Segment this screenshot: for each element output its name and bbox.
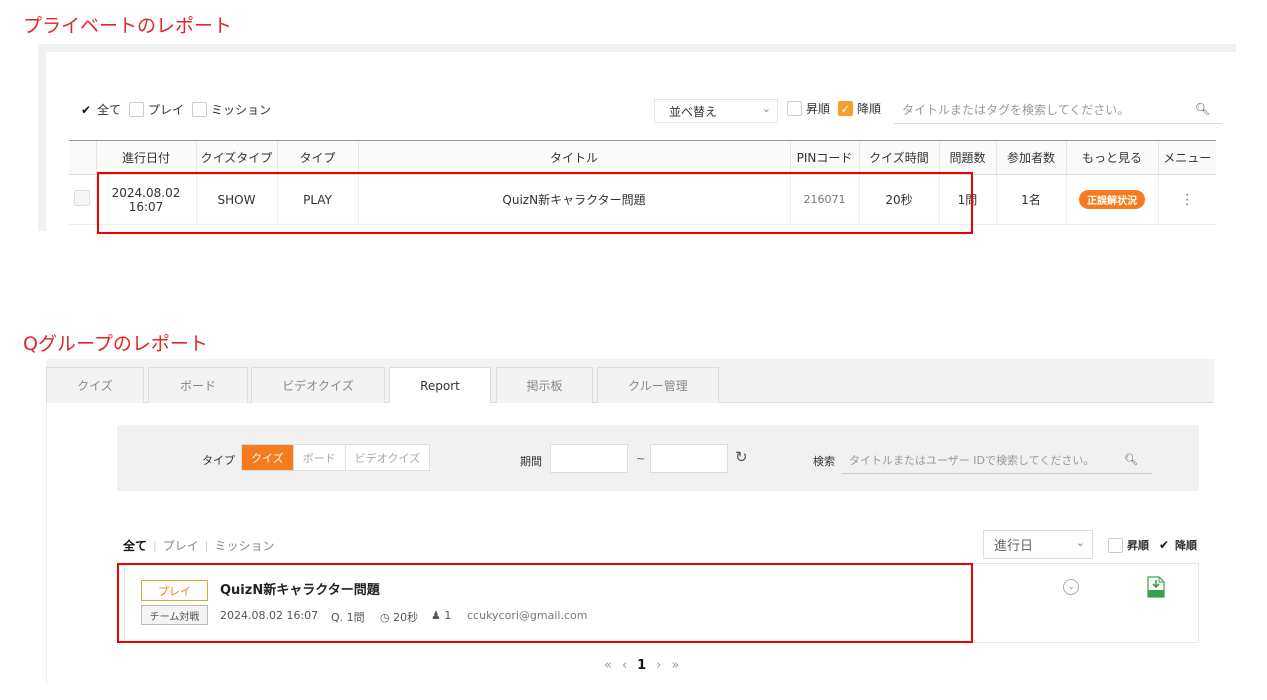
chevron-down-icon: ⌄ [1075, 536, 1085, 549]
desc-label: 降順 [857, 102, 882, 116]
asc-checkbox-icon[interactable] [787, 101, 802, 116]
asc-checkbox-icon[interactable] [1108, 537, 1123, 553]
header-quiz-type[interactable]: クイズタイプ [195, 140, 277, 175]
search-placeholder: タイトルまたはタグを検索してください。 [902, 103, 1130, 117]
tab-separator: | [204, 539, 209, 552]
search-icon[interactable]: 🔍︎ [1124, 453, 1138, 466]
tab-quiz[interactable]: クイズ [46, 367, 144, 403]
header-questions[interactable]: 問題数 [938, 140, 996, 175]
header-quiz-time[interactable]: クイズ時間 [858, 140, 939, 175]
group-tab-bar: クイズ ボード ビデオクイズ Report 掲示板 クルー管理 [46, 359, 1214, 404]
answer-status-button[interactable]: 正誤解状況 [1079, 190, 1145, 209]
checkbox-icon[interactable] [192, 102, 208, 117]
sort-dropdown-label: 進行日 [994, 539, 1034, 554]
list-tab-mission[interactable]: ミッション [214, 537, 274, 554]
chevron-down-icon: ⌄ [761, 102, 771, 115]
header-menu[interactable]: メニュー [1157, 140, 1216, 175]
row-checkbox[interactable] [74, 190, 91, 206]
row-menu-cell: ⋮ [1157, 174, 1216, 225]
header-title[interactable]: タイトル [357, 140, 790, 175]
header-type[interactable]: タイプ [276, 140, 358, 175]
sort-dropdown-label: 並べ替え [669, 104, 718, 119]
type-segment: クイズ ボード ビデオクイズ [241, 444, 431, 471]
table-header-row: 進行日付 クイズタイプ タイプ タイトル PINコード クイズ時間 問題数 参加… [69, 140, 1216, 175]
header-more[interactable]: もっと見る [1065, 140, 1158, 175]
group-report-heading: Qグループのレポート [23, 333, 208, 355]
list-tab-play[interactable]: プレイ [163, 537, 199, 554]
order-toggle: 昇順 ✓ 降順 [787, 100, 881, 117]
type-video-option[interactable]: ビデオクイズ [344, 445, 429, 470]
sort-dropdown[interactable]: 並べ替え ⌄ [654, 99, 778, 123]
type-quiz-option[interactable]: クイズ [242, 445, 293, 470]
desc-label: 降順 [1175, 539, 1197, 552]
end-date-input[interactable] [650, 444, 728, 473]
desc-checkbox-icon[interactable]: ✓ [838, 101, 854, 116]
last-page-icon[interactable]: » [671, 658, 679, 673]
header-pin[interactable]: PINコード [789, 140, 859, 175]
tab-crew[interactable]: クルー管理 [597, 367, 719, 403]
xls-download-icon[interactable] [1147, 576, 1165, 598]
search-label: 検索 [813, 455, 835, 468]
header-participants[interactable]: 参加者数 [995, 140, 1066, 175]
tab-board[interactable]: ボード [148, 367, 248, 403]
search-placeholder: タイトルまたはユーザー IDで検索してください。 [849, 453, 1095, 467]
period-label: 期間 [520, 455, 542, 468]
check-icon[interactable]: ✔ [1157, 538, 1171, 553]
asc-label: 昇順 [1127, 539, 1149, 552]
order-toggle: 昇順 ✔ 降順 [1108, 537, 1197, 553]
tab-bulletin[interactable]: 掲示板 [496, 367, 593, 403]
filter-all-label: 全て [97, 103, 122, 117]
private-report-heading: プライベートのレポート [23, 15, 233, 37]
search-input[interactable]: タイトルまたはタグを検索してください。 🔍︎ [894, 96, 1222, 124]
kebab-menu-icon[interactable]: ⋮ [1180, 192, 1194, 208]
search-icon[interactable]: 🔍︎ [1195, 102, 1210, 116]
check-icon[interactable]: ✔ [79, 102, 93, 117]
row-more-cell: 正誤解状況 [1065, 174, 1158, 225]
row-participants: 1名 [995, 174, 1066, 225]
type-filter-row: ✔ 全て プレイ ミッション [79, 101, 279, 118]
tab-report[interactable]: Report [389, 367, 491, 404]
header-checkbox-cell [69, 140, 96, 175]
tab-video-quiz[interactable]: ビデオクイズ [251, 367, 385, 403]
checkbox-icon[interactable] [129, 102, 145, 117]
asc-label: 昇順 [806, 102, 831, 116]
type-label: タイプ [202, 454, 235, 467]
filter-play-label: プレイ [148, 103, 185, 117]
start-date-input[interactable] [550, 444, 628, 473]
sort-dropdown[interactable]: 進行日 ⌄ [983, 530, 1093, 559]
tab-separator: | [153, 539, 157, 552]
period-tilde: ~ [636, 452, 646, 465]
next-page-icon[interactable]: › [656, 658, 661, 673]
filter-all[interactable]: ✔ 全て [79, 101, 121, 118]
type-board-option[interactable]: ボード [292, 445, 345, 470]
row-checkbox-cell [69, 174, 96, 225]
search-input[interactable]: タイトルまたはユーザー IDで検索してください。 🔍︎ [842, 446, 1152, 474]
header-date[interactable]: 進行日付 [95, 140, 196, 175]
prev-page-icon[interactable]: ‹ [622, 658, 627, 673]
filter-mission[interactable]: ミッション [192, 101, 271, 118]
first-page-icon[interactable]: « [604, 658, 612, 673]
pagination: « ‹ 1 › » [604, 658, 689, 673]
page-current[interactable]: 1 [637, 658, 646, 673]
highlight-box [97, 172, 973, 234]
refresh-icon[interactable]: ↻ [735, 448, 748, 466]
list-tab-all[interactable]: 全て [123, 537, 147, 554]
filter-play[interactable]: プレイ [129, 101, 184, 118]
highlight-box [117, 563, 973, 643]
list-filter-tabs: 全て | プレイ | ミッション [123, 537, 274, 554]
filter-mission-label: ミッション [211, 103, 272, 117]
expand-chevron-icon[interactable]: ⌄ [1063, 579, 1079, 595]
